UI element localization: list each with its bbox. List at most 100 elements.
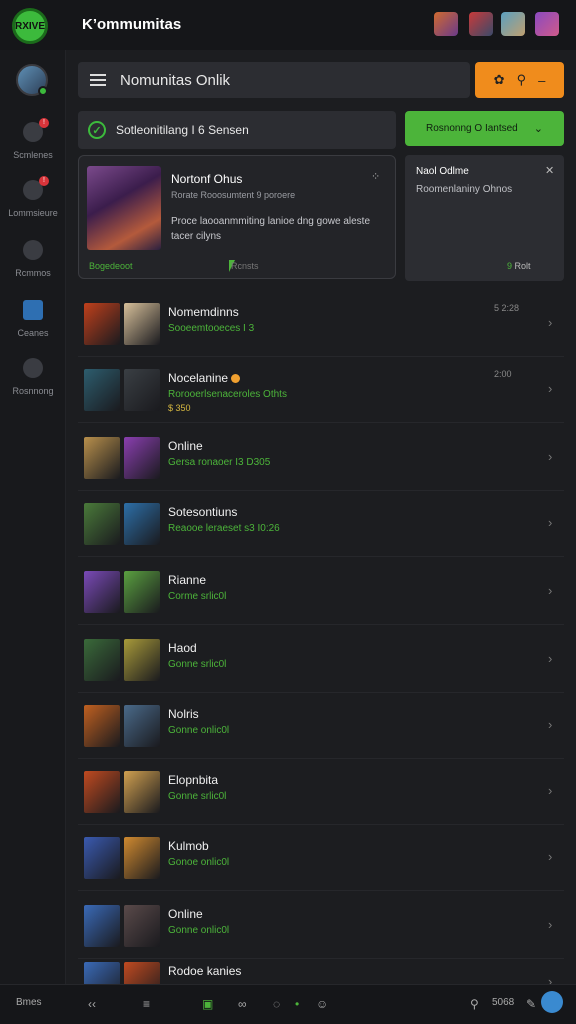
- list-item[interactable]: Nolris Gonne onlic0l ›: [78, 693, 564, 759]
- user-avatar[interactable]: [16, 64, 48, 96]
- pin-icon: ⚲: [516, 72, 527, 87]
- game-thumbnail: [84, 571, 120, 613]
- list-item-status: Gonne onlic0l: [168, 725, 230, 736]
- sidebar-item-5[interactable]: Rosnnong: [0, 354, 66, 404]
- list-item-name: Online: [168, 907, 203, 921]
- featured-description: Proce laooanmmiting lanioe dng gowe ales…: [171, 216, 371, 242]
- featured-meta: Rorate Rooosumtent 9 poroere: [171, 190, 296, 200]
- chevron-right-icon[interactable]: ›: [548, 315, 552, 330]
- list-item[interactable]: Nomemdinns Sooeemtooeces I 3 5 2:28 ›: [78, 291, 564, 357]
- list-item-name: Kulmob: [168, 839, 209, 853]
- top-avatar-3[interactable]: [501, 12, 525, 36]
- game-thumbnail: [84, 437, 120, 479]
- status-bar: ✓ Sotleonitilang I 6 Sensen: [78, 111, 396, 149]
- top-avatar-4[interactable]: [535, 12, 559, 36]
- status-dot-icon: [231, 374, 241, 384]
- search-text: Nomunitas Onlik: [120, 71, 231, 89]
- list-item-name: Nomemdinns: [168, 305, 239, 319]
- list-item-name: Nocelanine: [168, 371, 241, 385]
- featured-image: [87, 166, 161, 250]
- top-avatar-2[interactable]: [469, 12, 493, 36]
- chevron-right-icon[interactable]: ›: [548, 515, 552, 530]
- game-thumbnail: [84, 369, 120, 411]
- list-item-name: Rianne: [168, 573, 207, 587]
- chevron-right-icon[interactable]: ›: [548, 449, 552, 464]
- help-icon[interactable]: [541, 991, 563, 1013]
- panel-title: Naol Odlme: [416, 166, 469, 177]
- sidebar: ! Scmlenes ! Lommsieure Rcmmos Ceanes Ro…: [0, 50, 66, 984]
- game-thumbnail: [124, 639, 160, 681]
- top-avatar-1[interactable]: [434, 12, 458, 36]
- sidebar-item-3[interactable]: Rcmmos: [0, 236, 66, 286]
- game-thumbnail: [124, 571, 160, 613]
- friends-icon: !: [23, 176, 49, 200]
- list-item[interactable]: Online Gersa ronaoer I3 D305 ›: [78, 425, 564, 491]
- list-item-name: Elopnbita: [168, 773, 219, 787]
- gamepad-icon[interactable]: ◌: [273, 997, 280, 1011]
- online-status-dot: [38, 86, 48, 96]
- featured-footer-right: Rcnsts: [231, 261, 259, 271]
- game-thumbnail: [124, 771, 160, 813]
- game-thumbnail: [124, 503, 160, 545]
- status-dropdown-button[interactable]: Rosnonng O Iantsed ⌄: [405, 111, 564, 146]
- menu-icon[interactable]: [90, 74, 106, 86]
- sidebar-item-label: Rosnnong: [12, 386, 54, 396]
- sidebar-item-label: Lommsieure: [8, 208, 58, 218]
- featured-card[interactable]: Nortonf Ohus ⁘ Rorate Rooosumtent 9 poro…: [78, 155, 396, 279]
- chevron-right-icon[interactable]: ›: [548, 783, 552, 798]
- app-logo-text: RXIVE: [15, 20, 46, 32]
- notification-badge: !: [39, 176, 49, 186]
- list-item[interactable]: Nocelanine Rorooerlsenaceroles Othts $ 350…: [78, 357, 564, 423]
- app-logo[interactable]: RXIVE: [12, 8, 48, 44]
- search-bar[interactable]: Nomunitas Onlik: [78, 62, 470, 98]
- game-thumbnail: [124, 837, 160, 879]
- list-item[interactable]: Haod Gonne srlic0l ›: [78, 627, 564, 693]
- search-icon[interactable]: ⚲: [470, 997, 479, 1011]
- chevron-right-icon[interactable]: ›: [548, 849, 552, 864]
- game-thumbnail: [84, 705, 120, 747]
- chevron-right-icon[interactable]: ›: [548, 381, 552, 396]
- game-thumbnail: [84, 905, 120, 947]
- list-item[interactable]: Kulmob Gonoe onlic0l ›: [78, 825, 564, 891]
- list-item-status: Gonne srlic0l: [168, 791, 227, 802]
- emoji-icon[interactable]: ☺: [316, 997, 328, 1011]
- top-bar: RXIVE K’ommumitas: [0, 0, 576, 50]
- app-root: RXIVE K’ommumitas ! Scmlenes ! Lommsieur…: [0, 0, 576, 1024]
- info-panel: Naol Odlme ✕ Roomenlaniny Ohnos 9 Rolt: [405, 155, 564, 281]
- game-thumbnail: [124, 437, 160, 479]
- bottom-right-count: 5068: [492, 997, 515, 1008]
- list-item-meta: 2:00: [494, 369, 512, 379]
- sidebar-item-4[interactable]: Ceanes: [0, 296, 66, 346]
- sidebar-item-label: Ceanes: [17, 328, 49, 338]
- menu-icon[interactable]: ≡: [143, 997, 150, 1011]
- sidebar-item-1[interactable]: ! Scmlenes: [0, 118, 66, 168]
- game-thumbnail: [124, 369, 160, 411]
- sidebar-item-2[interactable]: ! Lommsieure: [0, 176, 66, 226]
- check-icon: ✓: [88, 121, 106, 139]
- game-thumbnail: [124, 905, 160, 947]
- edit-icon[interactable]: ✎: [526, 997, 536, 1011]
- list-item[interactable]: Elopnbita Gonne srlic0l ›: [78, 759, 564, 825]
- store-icon[interactable]: ▣: [202, 997, 213, 1011]
- settings-button[interactable]: ✿ ⚲ –: [475, 62, 564, 98]
- game-thumbnail: [84, 503, 120, 545]
- back-icon[interactable]: ‹‹: [88, 997, 96, 1011]
- list-item-status: Sooeemtooeces I 3: [168, 323, 255, 334]
- chevron-right-icon[interactable]: ›: [548, 651, 552, 666]
- list-item-status: Gersa ronaoer I3 D305: [168, 457, 271, 468]
- list-item-status: Rorooerlsenaceroles Othts: [168, 389, 287, 400]
- game-thumbnail: [84, 639, 120, 681]
- chevron-right-icon[interactable]: ›: [548, 917, 552, 932]
- minus-icon: –: [538, 72, 546, 88]
- game-thumbnail: [84, 303, 120, 345]
- close-icon[interactable]: ✕: [545, 164, 554, 177]
- chevron-right-icon[interactable]: ›: [548, 717, 552, 732]
- list-item-status: Gonne onlic0l: [168, 925, 230, 936]
- more-options-icon[interactable]: ⁘: [371, 170, 380, 183]
- sidebar-item-label: Scmlenes: [13, 150, 53, 160]
- list-item[interactable]: Rianne Corme srlic0l ›: [78, 559, 564, 625]
- link-icon[interactable]: ∞: [238, 997, 247, 1011]
- notification-badge: !: [39, 118, 49, 128]
- list-item[interactable]: Sotesontiuns Reaooe leraeset s3 I0:26 ›: [78, 491, 564, 557]
- chevron-right-icon[interactable]: ›: [548, 583, 552, 598]
